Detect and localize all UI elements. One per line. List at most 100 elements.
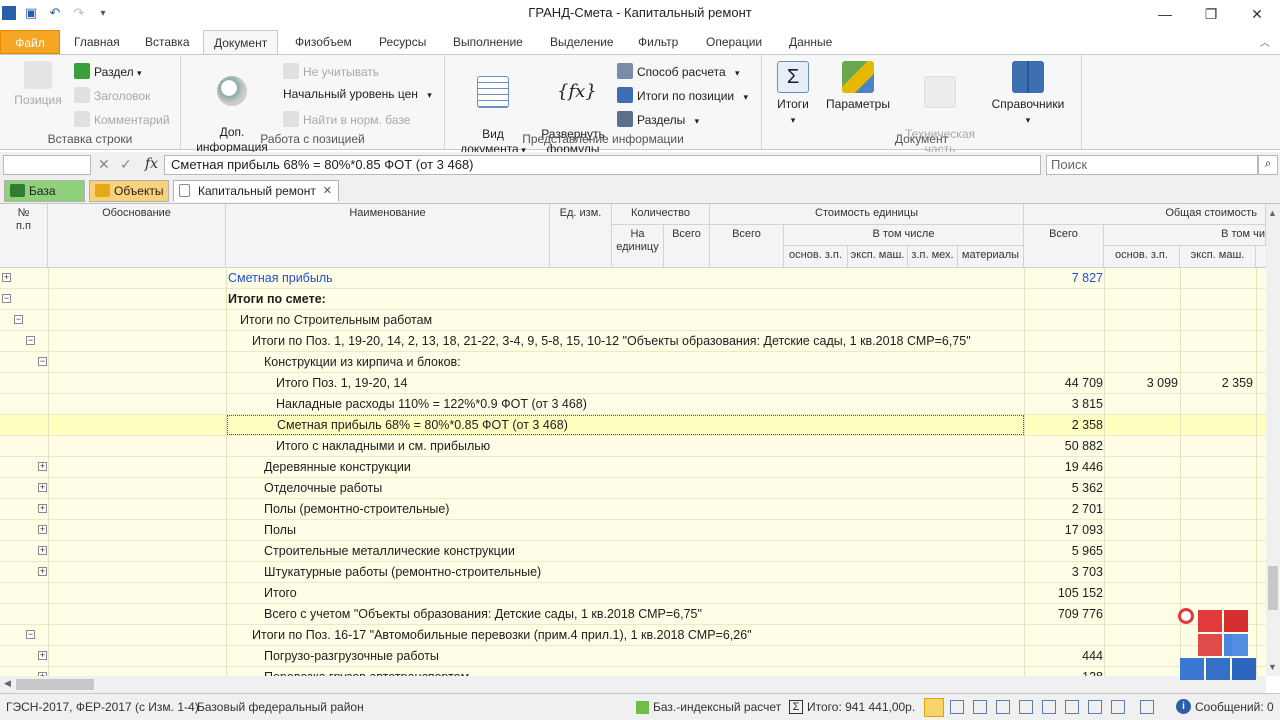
restore-button[interactable]: ❐ <box>1188 0 1234 28</box>
header-tc-total[interactable]: Всего <box>1024 225 1104 268</box>
header-tc-incl[interactable]: В том чи <box>1104 225 1266 246</box>
expand-icon[interactable]: + <box>38 504 47 513</box>
tab-resources[interactable]: Ресурсы <box>369 30 436 54</box>
header-unit-zp-mekh[interactable]: з.п. мех. <box>908 246 958 268</box>
header-total-cost[interactable]: Общая стоимость <box>1024 204 1266 225</box>
header-unit-total[interactable]: Всего <box>710 225 784 268</box>
table-row[interactable]: + Деревянные конструкции 19 446 <box>0 457 1266 478</box>
expand-icon[interactable]: + <box>2 273 11 282</box>
collapse-icon[interactable]: − <box>26 336 35 345</box>
expand-icon[interactable]: + <box>38 483 47 492</box>
header-qty[interactable]: Количество <box>612 204 710 225</box>
references-button[interactable]: Справочники ▾ <box>986 61 1070 128</box>
table-row[interactable]: − Итоги по Строительным работам <box>0 310 1266 331</box>
table-row[interactable]: + Строительные металлические конструкции 5… <box>0 541 1266 562</box>
expand-icon[interactable]: + <box>38 525 47 534</box>
cell-name-box[interactable] <box>3 155 91 175</box>
horizontal-scroll-thumb[interactable] <box>16 679 94 690</box>
table-row[interactable]: +Перевозка грузов автотранспортом128 <box>0 667 1266 676</box>
section-button[interactable]: Раздел ▾ <box>74 63 142 79</box>
search-icon[interactable]: ⌕ <box>1258 155 1278 175</box>
header-qty-total[interactable]: Всего <box>664 225 710 268</box>
header-basis[interactable]: Обоснование <box>48 204 226 268</box>
table-row[interactable]: + Полы 17 093 <box>0 520 1266 541</box>
table-row[interactable]: + Погрузо-разгрузочные работы 444 <box>0 646 1266 667</box>
view-mode-icon-4[interactable] <box>996 700 1010 714</box>
tab-filter[interactable]: Фильтр <box>628 30 688 54</box>
collapse-icon[interactable]: − <box>26 630 35 639</box>
tab-objects[interactable]: Объекты <box>89 180 169 202</box>
tab-selection[interactable]: Выделение <box>540 30 624 54</box>
tab-execution[interactable]: Выполнение <box>443 30 533 54</box>
params-button[interactable]: Параметры <box>822 61 894 112</box>
horizontal-scrollbar[interactable]: ◀ <box>0 676 1266 693</box>
header-unit-materials[interactable]: материалы <box>958 246 1024 268</box>
expand-icon[interactable]: + <box>38 462 47 471</box>
header-name[interactable]: Наименование <box>226 204 550 268</box>
view-mode-icon-7[interactable] <box>1065 700 1079 714</box>
header-unit[interactable]: Ед. изм. <box>550 204 612 268</box>
close-tab-icon[interactable]: ✕ <box>323 181 332 201</box>
close-button[interactable]: ✕ <box>1234 0 1280 28</box>
tab-file[interactable]: Файл <box>0 30 60 54</box>
scroll-up-icon[interactable]: ▲ <box>1268 208 1277 218</box>
formula-input[interactable]: Сметная прибыль 68% = 80%*0.85 ФОТ (от 3… <box>164 155 1041 175</box>
tab-home[interactable]: Главная <box>64 30 130 54</box>
minimize-button[interactable]: — <box>1142 0 1188 28</box>
totals-button[interactable]: Σ Итоги ▾ <box>770 61 816 128</box>
header-unit-cost[interactable]: Стоимость единицы <box>710 204 1024 225</box>
expand-icon[interactable]: + <box>38 651 47 660</box>
view-mode-icon-1[interactable] <box>924 698 944 717</box>
search-input[interactable]: Поиск <box>1046 155 1258 175</box>
header-tc-eksp-mash[interactable]: эксп. маш. <box>1180 246 1256 268</box>
tab-physvolume[interactable]: Физобъем <box>285 30 362 54</box>
expand-icon[interactable]: + <box>38 567 47 576</box>
table-row[interactable]: Итого 105 152 <box>0 583 1266 604</box>
table-row[interactable]: Сметная прибыль 68% = 80%*0.85 ФОТ (от 3… <box>0 415 1266 436</box>
view-mode-icon-2[interactable] <box>950 700 964 714</box>
table-row[interactable]: + Сметная прибыль 7 827 <box>0 268 1266 289</box>
position-button[interactable]: Позиция <box>10 61 66 108</box>
table-row[interactable]: Итого с накладными и см. прибылью 50 882 <box>0 436 1266 457</box>
view-mode-icon-3[interactable] <box>973 700 987 714</box>
table-row[interactable]: + Отделочные работы 5 362 <box>0 478 1266 499</box>
tab-base[interactable]: База <box>4 180 85 202</box>
tab-insert[interactable]: Вставка <box>135 30 200 54</box>
header-unit-osn-zp[interactable]: основ. з.п. <box>784 246 848 268</box>
view-mode-icon-9[interactable] <box>1111 700 1125 714</box>
view-mode-icon-8[interactable] <box>1088 700 1102 714</box>
header-tc-osn-zp[interactable]: основ. з.п. <box>1104 246 1180 268</box>
header-unit-incl[interactable]: В том числе <box>784 225 1024 246</box>
table-row[interactable]: − Итоги по Поз. 16-17 "Автомобильные пере… <box>0 625 1266 646</box>
collapse-icon[interactable]: − <box>14 315 23 324</box>
function-icon[interactable]: fx <box>145 156 158 172</box>
comment-button[interactable]: Комментарий <box>74 111 170 127</box>
tab-capital-repair[interactable]: Капитальный ремонт ✕ <box>173 180 339 202</box>
table-row[interactable]: − Итоги по Поз. 1, 19-20, 14, 2, 13, 18, … <box>0 331 1266 352</box>
status-calc-mode[interactable]: Баз.-индексный расчет <box>653 700 781 714</box>
price-level-dropdown[interactable]: Начальный уровень цен ▾ <box>283 87 432 101</box>
ribbon-collapse-icon[interactable]: ︿ <box>1260 34 1270 49</box>
status-total[interactable]: Итого: 941 441,00р. <box>807 700 915 714</box>
status-region[interactable]: Базовый федеральный район <box>197 700 364 714</box>
table-row[interactable]: + Штукатурные работы (ремонтно-строительн… <box>0 562 1266 583</box>
tab-operations[interactable]: Операции <box>696 30 772 54</box>
tab-document[interactable]: Документ <box>203 30 279 55</box>
vertical-scroll-thumb[interactable] <box>1268 566 1278 610</box>
view-mode-icon-6[interactable] <box>1042 700 1056 714</box>
tab-data[interactable]: Данные <box>779 30 842 54</box>
table-row[interactable]: + Полы (ремонтно-строительные) 2 701 <box>0 499 1266 520</box>
table-row[interactable]: Всего с учетом "Объекты образования: Дет… <box>0 604 1266 625</box>
table-row[interactable]: Накладные расходы 110% = 122%*0.9 ФОТ (о… <box>0 394 1266 415</box>
table-row[interactable]: − Итоги по смете: <box>0 289 1266 310</box>
table-row[interactable]: Итого Поз. 1, 19-20, 14 44 709 3 099 2 359 <box>0 373 1266 394</box>
collapse-icon[interactable]: − <box>38 357 47 366</box>
calc-method-dropdown[interactable]: Способ расчета ▾ <box>617 63 740 79</box>
confirm-icon[interactable]: ✓ <box>120 156 132 173</box>
status-messages[interactable]: Сообщений: 0 <box>1195 700 1274 714</box>
header-num[interactable]: № п.п <box>0 204 48 268</box>
view-mode-icon-5[interactable] <box>1019 700 1033 714</box>
scroll-left-icon[interactable]: ◀ <box>4 678 11 689</box>
print-icon[interactable] <box>1140 700 1154 714</box>
scroll-down-icon[interactable]: ▼ <box>1268 662 1277 672</box>
